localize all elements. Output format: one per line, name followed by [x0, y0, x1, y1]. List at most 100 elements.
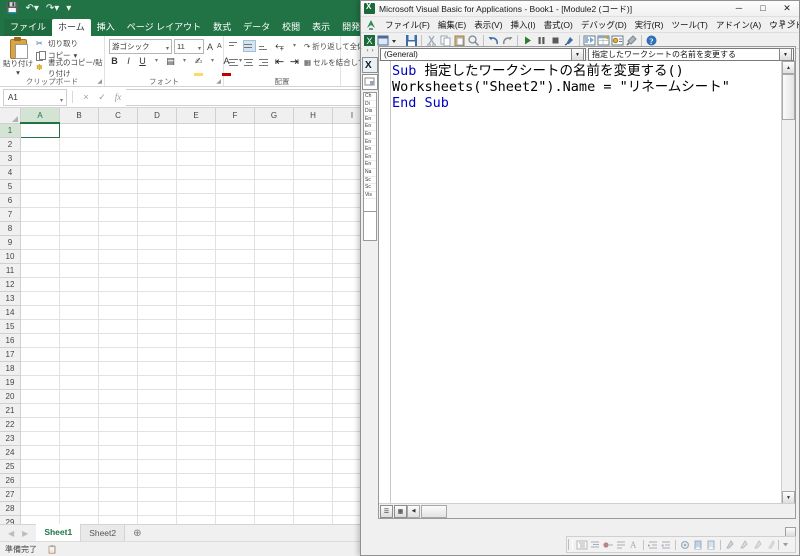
cell-b12[interactable] — [59, 277, 99, 292]
toggle-breakpoint-icon[interactable] — [602, 539, 614, 551]
cell-c24[interactable] — [98, 445, 138, 460]
cell-a18[interactable] — [20, 361, 60, 376]
cell-h19[interactable] — [293, 375, 333, 390]
menu-format[interactable]: 書式(O) — [540, 18, 577, 32]
cell-b3[interactable] — [59, 151, 99, 166]
cell-g2[interactable] — [254, 137, 294, 152]
align-center-button[interactable] — [244, 57, 255, 67]
borders-button[interactable]: ▤ — [165, 55, 176, 67]
cell-e20[interactable] — [176, 389, 216, 404]
cell-g24[interactable] — [254, 445, 294, 460]
properties-window-toggle[interactable] — [362, 74, 378, 90]
procedure-combo[interactable]: 指定したワークシートの名前を変更する ▼ — [588, 48, 794, 61]
select-all-corner[interactable] — [0, 108, 21, 124]
borders-dropdown-icon[interactable]: ▾ — [179, 55, 190, 67]
cell-f10[interactable] — [215, 249, 255, 264]
bold-button[interactable]: B — [109, 55, 120, 67]
cell-f7[interactable] — [215, 207, 255, 222]
cell-d16[interactable] — [137, 333, 177, 348]
cell-g5[interactable] — [254, 179, 294, 194]
cell-c26[interactable] — [98, 473, 138, 488]
property-row[interactable]: Na — [364, 169, 376, 177]
row-header-26[interactable]: 26 — [0, 473, 21, 488]
cell-a26[interactable] — [20, 473, 60, 488]
toolbar-grip[interactable] — [568, 539, 573, 550]
cell-b18[interactable] — [59, 361, 99, 376]
horizontal-scroll-track[interactable]: ◀ — [407, 504, 795, 518]
row-header-1[interactable]: 1 — [0, 123, 21, 138]
cell-f8[interactable] — [215, 221, 255, 236]
cell-g23[interactable] — [254, 431, 294, 446]
cell-a13[interactable] — [20, 291, 60, 306]
cell-g6[interactable] — [254, 193, 294, 208]
cell-b24[interactable] — [59, 445, 99, 460]
cell-g4[interactable] — [254, 165, 294, 180]
minimize-button[interactable]: ─ — [727, 1, 751, 16]
cell-b10[interactable] — [59, 249, 99, 264]
toolbar-overflow-icon[interactable] — [782, 539, 794, 551]
cell-h14[interactable] — [293, 305, 333, 320]
ribbon-tab-formulas[interactable]: 数式 — [207, 19, 237, 36]
cell-h10[interactable] — [293, 249, 333, 264]
font-name-combo[interactable]: 游ゴシック ▾ — [109, 39, 172, 54]
cell-a15[interactable] — [20, 319, 60, 334]
cell-c7[interactable] — [98, 207, 138, 222]
cell-c9[interactable] — [98, 235, 138, 250]
property-row[interactable]: En — [364, 146, 376, 154]
cell-a2[interactable] — [20, 137, 60, 152]
cell-b13[interactable] — [59, 291, 99, 306]
cell-e8[interactable] — [176, 221, 216, 236]
sheet-nav-arrows[interactable]: ◀ ▶ — [0, 529, 36, 538]
cell-e28[interactable] — [176, 501, 216, 516]
cell-e26[interactable] — [176, 473, 216, 488]
align-middle-button[interactable] — [243, 40, 256, 52]
procedure-view-icon[interactable]: ☰ — [380, 504, 393, 518]
cell-e22[interactable] — [176, 417, 216, 432]
row-header-8[interactable]: 8 — [0, 221, 21, 236]
mdi-minimize-button[interactable]: _ — [771, 18, 775, 28]
cell-e15[interactable] — [176, 319, 216, 334]
cell-e7[interactable] — [176, 207, 216, 222]
previous-bookmark-icon[interactable] — [705, 539, 717, 551]
properties-list[interactable]: Ch Di Dis En En En En En En En Na Sc Sc Vis — [363, 92, 377, 212]
name-box[interactable]: A1 ▾ — [3, 88, 67, 106]
row-header-5[interactable]: 5 — [0, 179, 21, 194]
object-combo[interactable]: (General) ▼ — [380, 48, 586, 61]
cell-f19[interactable] — [215, 375, 255, 390]
cell-b27[interactable] — [59, 487, 99, 502]
cell-b17[interactable] — [59, 347, 99, 362]
cell-c1[interactable] — [98, 123, 138, 138]
cell-d23[interactable] — [137, 431, 177, 446]
cell-b14[interactable] — [59, 305, 99, 320]
row-header-10[interactable]: 10 — [0, 249, 21, 264]
cell-h17[interactable] — [293, 347, 333, 362]
align-right-button[interactable] — [259, 57, 270, 67]
row-header-13[interactable]: 13 — [0, 291, 21, 306]
chevron-down-icon[interactable]: ▼ — [571, 48, 584, 61]
cell-g14[interactable] — [254, 305, 294, 320]
next-bookmark-icon[interactable] — [692, 539, 704, 551]
cell-h1[interactable] — [293, 123, 333, 138]
font-dialog-launcher[interactable]: ◢ — [216, 78, 221, 85]
cell-b26[interactable] — [59, 473, 99, 488]
cell-f4[interactable] — [215, 165, 255, 180]
scroll-up-button[interactable]: ▲ — [782, 61, 795, 74]
row-header-18[interactable]: 18 — [0, 361, 21, 376]
outdent-icon[interactable] — [589, 539, 601, 551]
cell-g22[interactable] — [254, 417, 294, 432]
cell-h12[interactable] — [293, 277, 333, 292]
cell-a9[interactable] — [20, 235, 60, 250]
code-vertical-scrollbar[interactable]: ▲ ▼ — [781, 61, 795, 504]
cell-f13[interactable] — [215, 291, 255, 306]
cell-b15[interactable] — [59, 319, 99, 334]
cell-g16[interactable] — [254, 333, 294, 348]
cell-e12[interactable] — [176, 277, 216, 292]
cell-d11[interactable] — [137, 263, 177, 278]
cut-button[interactable]: ✂ 切り取り — [36, 38, 104, 49]
cell-e18[interactable] — [176, 361, 216, 376]
cell-f21[interactable] — [215, 403, 255, 418]
cell-a3[interactable] — [20, 151, 60, 166]
cell-f2[interactable] — [215, 137, 255, 152]
cell-f27[interactable] — [215, 487, 255, 502]
cell-c3[interactable] — [98, 151, 138, 166]
